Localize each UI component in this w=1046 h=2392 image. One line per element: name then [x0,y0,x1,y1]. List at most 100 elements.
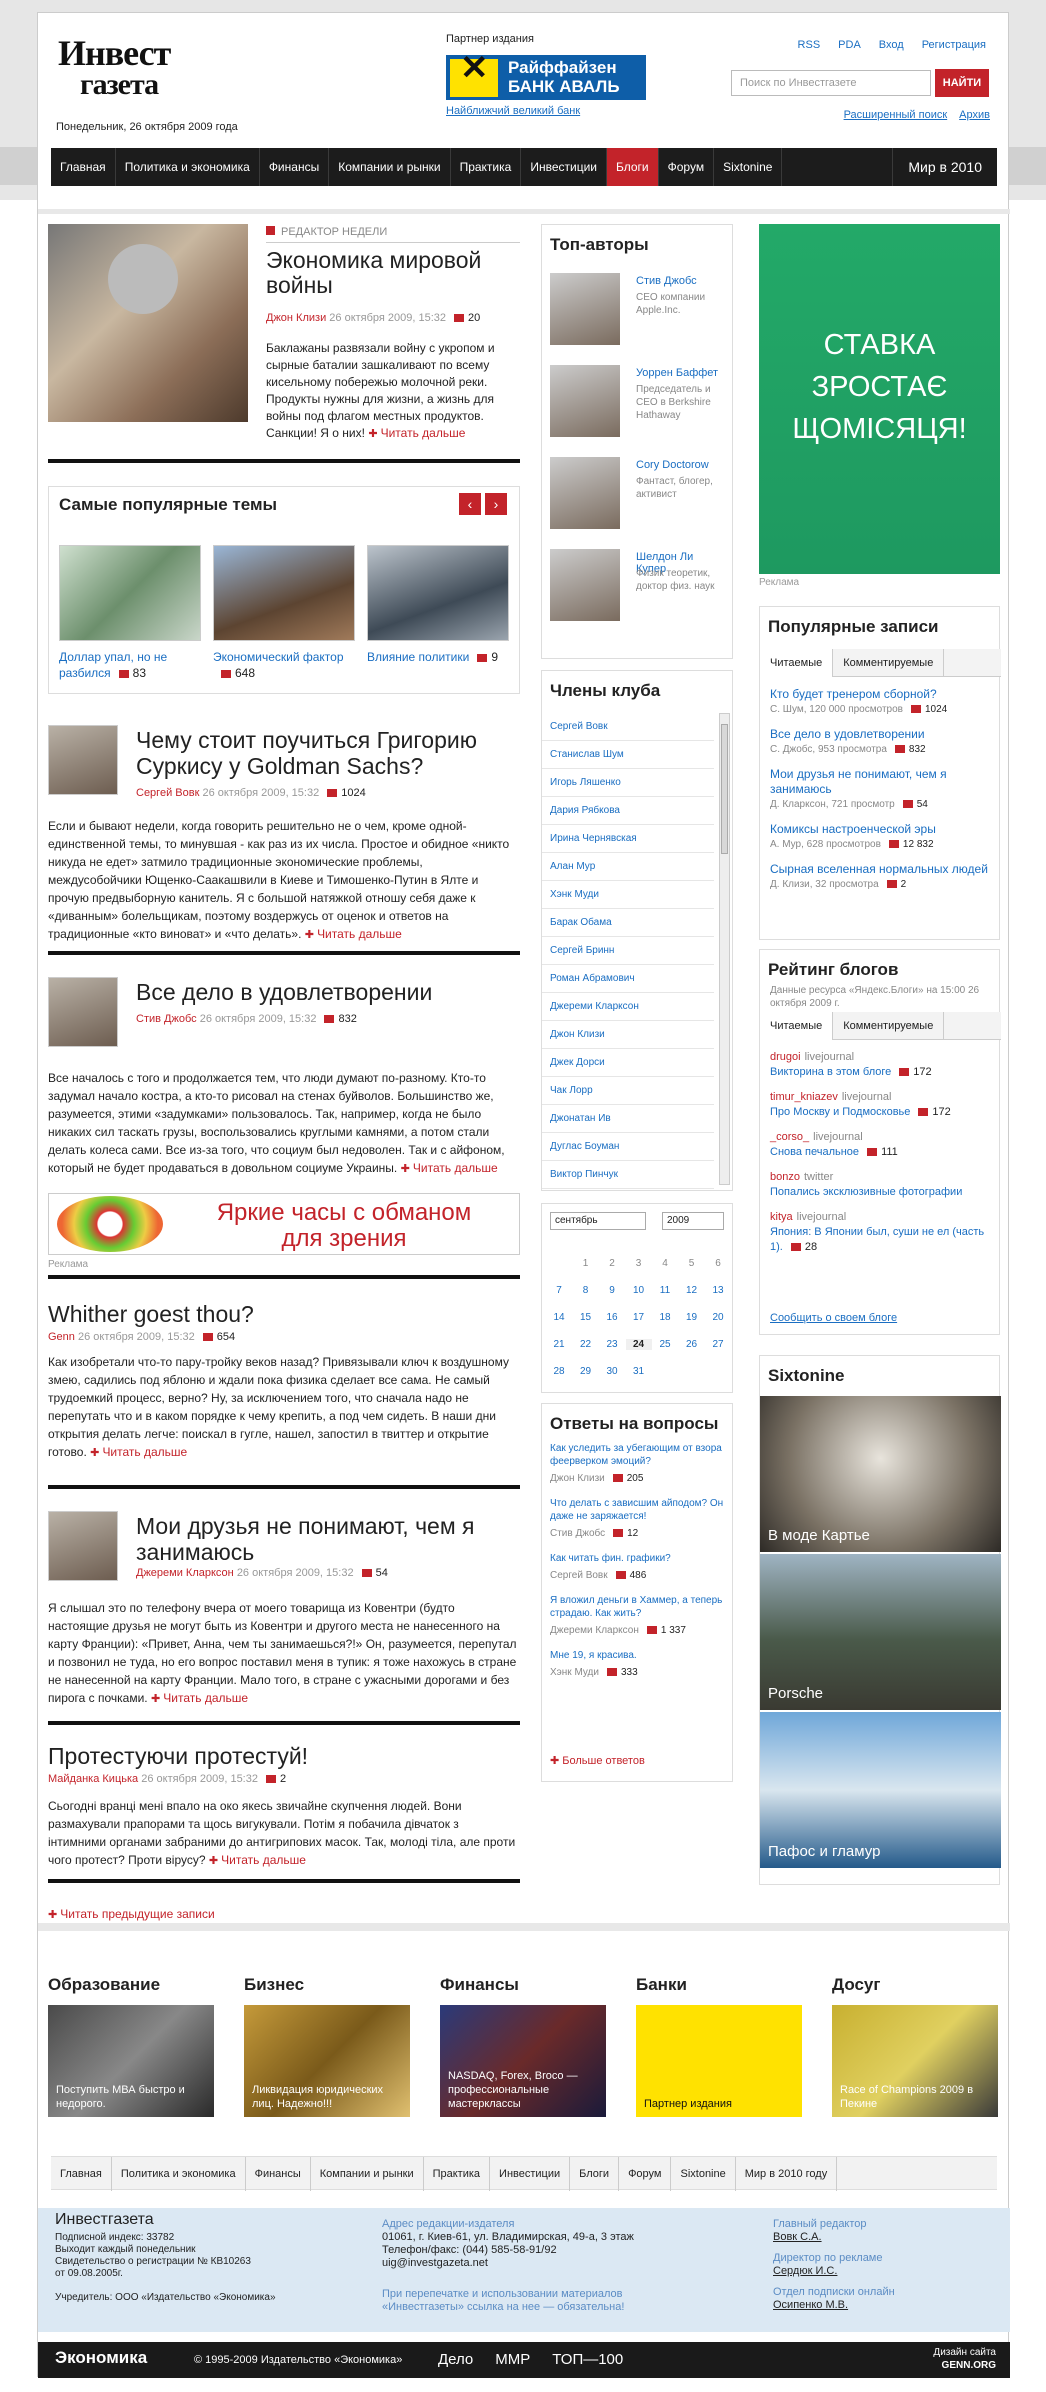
nav-item[interactable]: Инвестиции [521,148,607,186]
question-link[interactable]: Как читать фин. графики? [550,1552,724,1565]
post-link[interactable]: Кто будет тренером сборной? [770,687,989,702]
bottom-nav-item[interactable]: Главная [51,2157,112,2191]
nav-item[interactable]: Форум [659,148,715,186]
club-member[interactable]: Сергей Бринн [542,937,714,965]
bottom-nav-item[interactable]: Финансы [246,2157,311,2191]
calendar-day[interactable]: 14 [546,1312,572,1323]
blog-post-link[interactable]: Снова печальное [770,1146,859,1158]
login-link[interactable]: Вход [879,39,904,51]
report-blog-link[interactable]: Сообщить о своем блоге [770,1312,897,1324]
bottom-nav-item[interactable]: Инвестиции [490,2157,571,2191]
calendar-day[interactable]: 15 [573,1312,599,1323]
calendar-day[interactable]: 5 [679,1258,705,1269]
calendar-day[interactable]: 11 [652,1285,678,1296]
prev-arrow-icon[interactable]: ‹ [459,493,481,515]
blog-user[interactable]: drugoi [770,1051,801,1063]
bottom-nav-item[interactable]: Компании и рынки [311,2157,424,2191]
category-image[interactable]: Поступить МВА быстро и недорого. [48,2005,214,2117]
question-link[interactable]: Мне 19, я красива. [550,1649,724,1662]
question-link[interactable]: Что делать с зависшим айподом? Он даже н… [550,1497,724,1523]
bank-ad[interactable]: СТАВКА ЗРОСТАЄ ЩОМІСЯЦЯ! [759,224,1000,574]
topic-image[interactable] [59,545,201,641]
article-title[interactable]: Мои друзья не понимают, чем я занимаюсь [136,1513,516,1565]
tab-commented[interactable]: Комментируемые [833,1012,945,1040]
author-avatar[interactable] [550,273,620,345]
category-image[interactable]: Партнер издания [636,2005,802,2117]
bank-link[interactable]: Найближчий великий банк [446,105,580,117]
read-more-link[interactable]: Читать дальше [368,426,465,440]
calendar-day[interactable]: 2 [599,1258,625,1269]
post-link[interactable]: Сырная вселенная нормальных людей [770,862,989,877]
calendar-day[interactable]: 24 [625,1339,652,1350]
bottom-nav-item[interactable]: Sixtonine [671,2157,736,2191]
author-avatar[interactable] [48,1511,118,1581]
staff-link[interactable]: Сердюк И.С. [773,2265,973,2278]
calendar-day[interactable]: 22 [573,1339,599,1350]
blog-post-link[interactable]: Япония: В Японии был, суши не ел (часть … [770,1226,984,1253]
bottom-nav-item[interactable]: Политика и экономика [112,2157,246,2191]
sixtonine-item[interactable]: Пафос и гламур [760,1712,1001,1868]
designer-link[interactable]: GENN.ORG [942,2360,996,2371]
calendar-day[interactable]: 13 [705,1285,731,1296]
author-avatar[interactable] [550,549,620,621]
club-member[interactable]: Джонатан Ив [542,1105,714,1133]
club-member[interactable]: Хэнк Муди [542,881,714,909]
club-member[interactable]: Игорь Ляшенко [542,769,714,797]
post-link[interactable]: Мои друзья не понимают, чем я занимаюсь [770,767,989,797]
scrollbar[interactable] [719,713,730,1185]
club-member[interactable]: Дуглас Боуман [542,1133,714,1161]
site-logo[interactable]: Инвест газета [58,35,171,101]
calendar-day[interactable]: 7 [546,1285,572,1296]
register-link[interactable]: Регистрация [922,39,986,51]
topic-image[interactable] [367,545,509,641]
rss-link[interactable]: RSS [798,39,821,51]
blog-post-link[interactable]: Про Москву и Подмосковье [770,1106,910,1118]
next-arrow-icon[interactable]: › [485,493,507,515]
post-link[interactable]: Комиксы настроенческой эры [770,822,989,837]
category-image[interactable]: NASDAQ, Forex, Broco — профессиональные … [440,2005,606,2117]
author-avatar[interactable] [550,365,620,437]
club-member[interactable]: Джон Клизи [542,1021,714,1049]
month-select[interactable]: сентябрь [550,1212,646,1230]
question-link[interactable]: Как уследить за убегающим от взора феерв… [550,1442,724,1468]
club-member[interactable]: Алан Мур [542,853,714,881]
sixtonine-item[interactable]: В моде Картье [760,1396,1001,1552]
club-member[interactable]: Чак Лорр [542,1077,714,1105]
post-link[interactable]: Все дело в удовлетворении [770,727,989,742]
footer-link[interactable]: ТОП—100 [552,2351,623,2368]
nav-item[interactable]: Финансы [260,148,330,186]
tab-commented[interactable]: Комментируемые [833,649,945,677]
nav-item[interactable]: Практика [451,148,522,186]
author-avatar[interactable] [48,725,118,795]
staff-link[interactable]: Вовк С.А. [773,2231,973,2244]
bottom-nav-item[interactable]: Мир в 2010 году [736,2157,838,2191]
calendar-day[interactable]: 29 [573,1366,599,1377]
calendar-day[interactable]: 8 [573,1285,599,1296]
club-member[interactable]: Ирина Чернявская [542,825,714,853]
footer-link[interactable]: Дело [438,2351,473,2368]
clock-ad[interactable]: Яркие часы с обманом для зрения [48,1193,520,1255]
footer-link[interactable]: MMP [495,2351,530,2368]
blog-user[interactable]: timur_kniazev [770,1091,838,1103]
nav-item[interactable]: Sixtonine [714,148,783,186]
advanced-search-link[interactable]: Расширенный поиск [844,109,948,121]
calendar-day[interactable]: 20 [705,1312,731,1323]
calendar-day[interactable]: 18 [652,1312,678,1323]
read-more-link[interactable]: Читать дальше [151,1691,248,1705]
club-member[interactable]: Станислав Шум [542,741,714,769]
calendar-day[interactable]: 23 [599,1339,625,1350]
bank-logo[interactable]: РайффайзенБАНК АВАЛЬ [446,55,646,100]
calendar-day[interactable]: 6 [705,1258,731,1269]
article-title[interactable]: Протестуючи протестуй! [48,1743,428,1769]
article-title[interactable]: Чему стоит поучиться Григорию Суркису у … [136,727,516,779]
blog-user[interactable]: _corso_ [770,1131,809,1143]
prev-posts-link[interactable]: Читать предыдущие записи [48,1907,214,1921]
read-more-link[interactable]: Читать дальше [305,927,402,941]
read-more-link[interactable]: Читать дальше [401,1161,498,1175]
blog-post-link[interactable]: Викторина в этом блоге [770,1066,891,1078]
calendar-day[interactable]: 25 [652,1339,678,1350]
nav-item[interactable]: Главная [51,148,116,186]
archive-link[interactable]: Архив [959,109,990,121]
blog-post-link[interactable]: Попались эксклюзивные фотографии [770,1186,962,1198]
bottom-nav-item[interactable]: Блоги [570,2157,620,2191]
